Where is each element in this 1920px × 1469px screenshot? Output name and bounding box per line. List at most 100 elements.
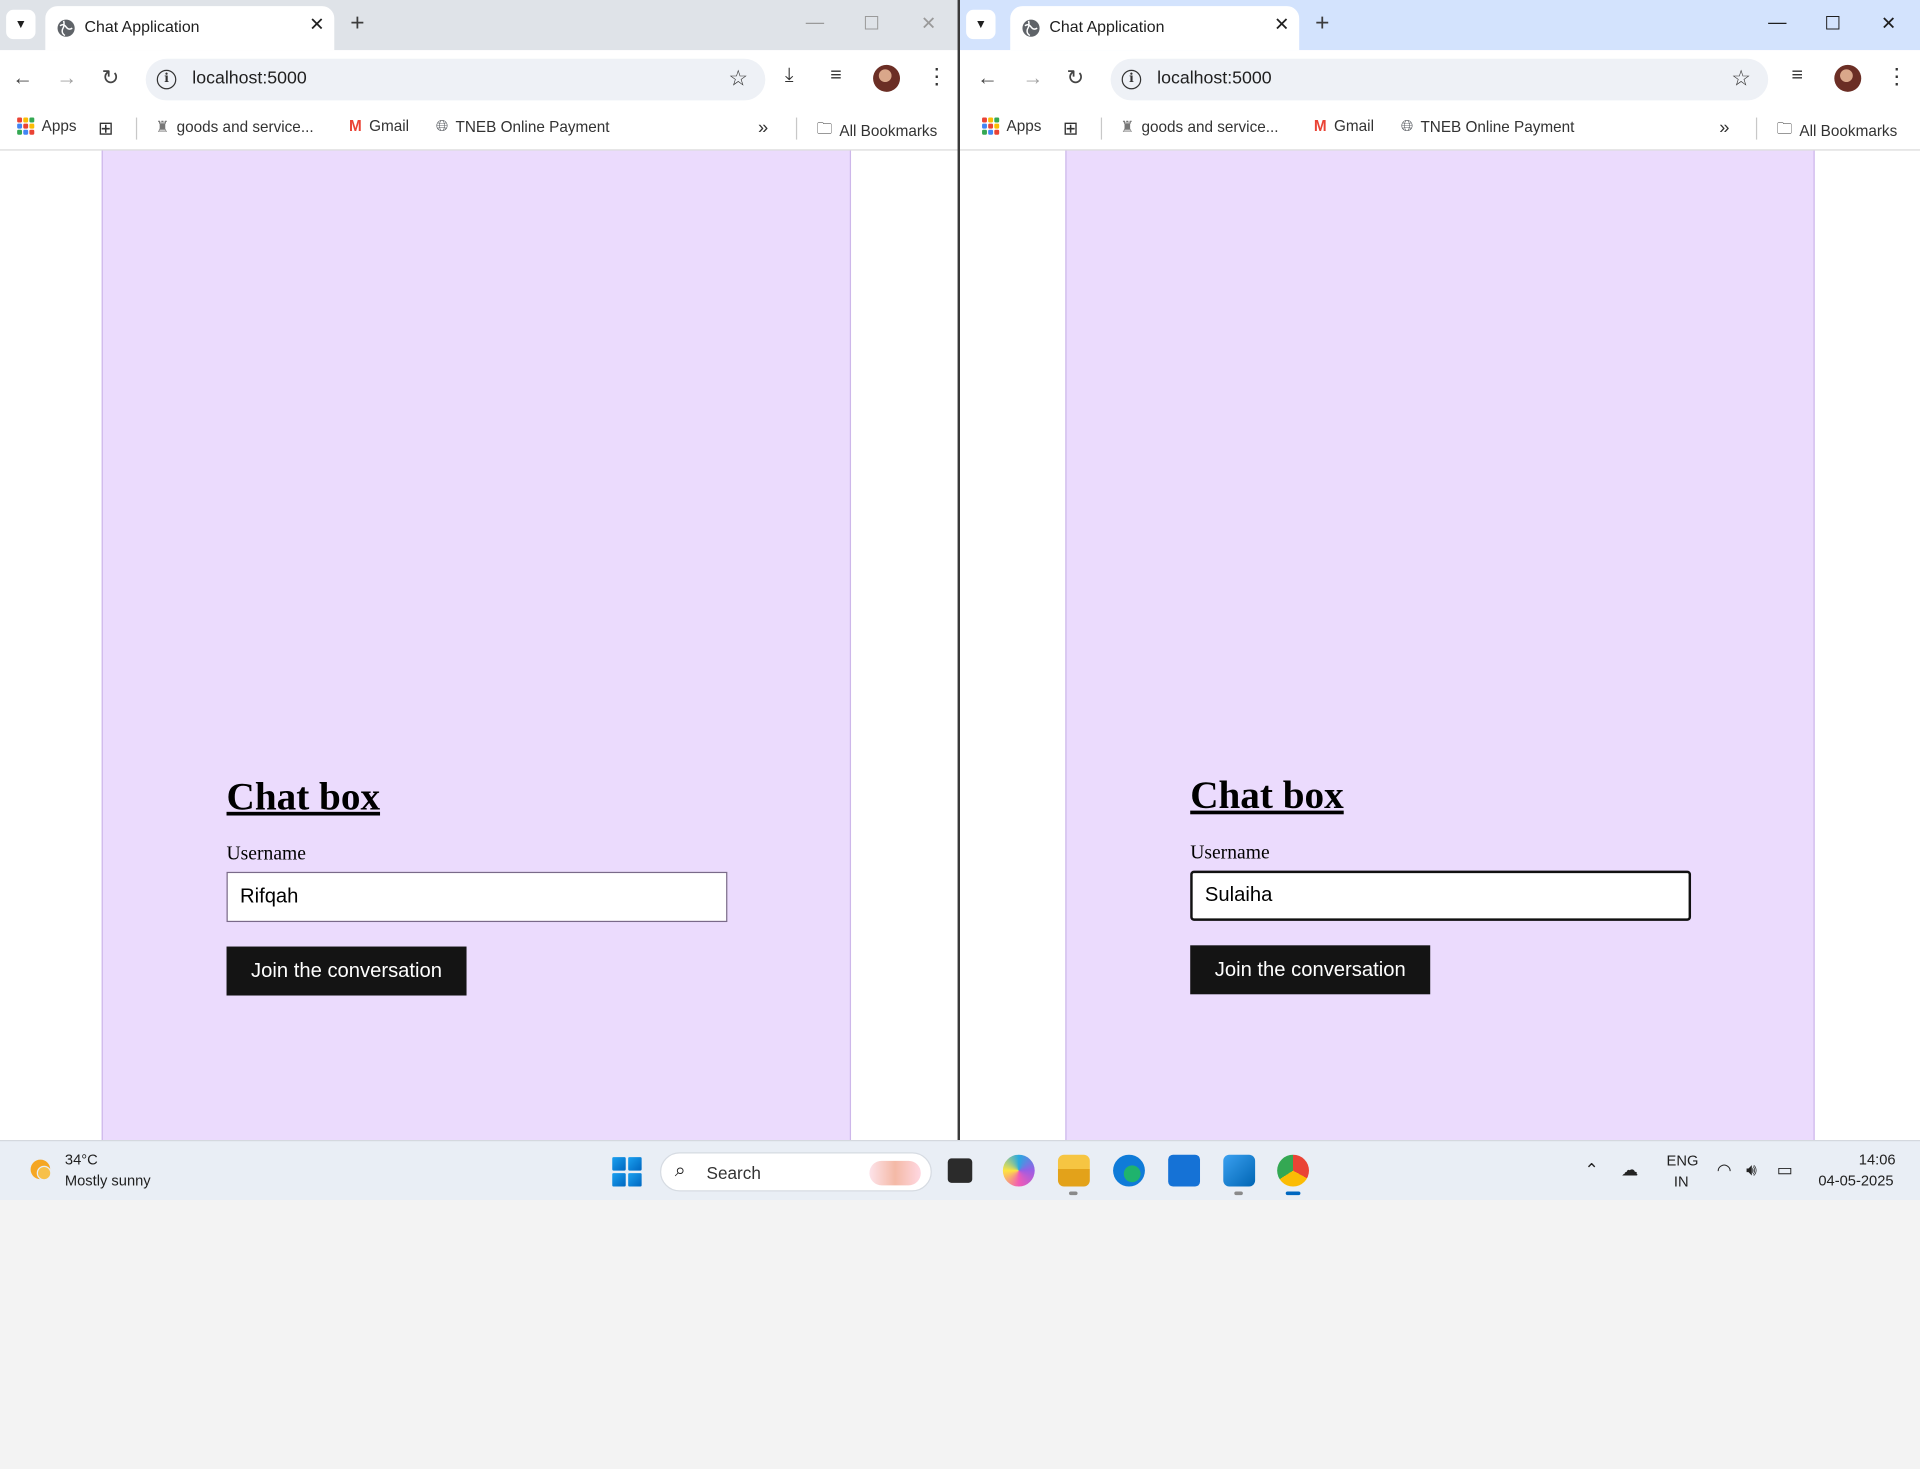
volume-icon[interactable]: 🔊︎ bbox=[1746, 1160, 1757, 1181]
bookmark-tneb-label: TNEB Online Payment bbox=[1420, 118, 1575, 136]
back-icon[interactable]: ← bbox=[12, 66, 33, 90]
username-input[interactable] bbox=[1190, 870, 1692, 921]
tab-strip: ▼ Chat Application ✕ + — ☐ ✕ bbox=[960, 0, 1920, 51]
start-windows-icon[interactable] bbox=[612, 1157, 642, 1187]
close-tab-icon[interactable]: ✕ bbox=[1274, 13, 1289, 36]
close-window-icon[interactable]: ✕ bbox=[921, 12, 936, 34]
reload-icon[interactable]: ↻ bbox=[1067, 66, 1084, 90]
profile-avatar[interactable] bbox=[1834, 64, 1862, 92]
bookmark-all[interactable]: 🗀︎ All Bookmarks bbox=[817, 118, 937, 144]
site-info-icon[interactable]: i bbox=[1121, 69, 1142, 90]
tab-search-icon[interactable]: ▼ bbox=[966, 9, 996, 40]
globe-icon: 🌐︎ bbox=[1400, 117, 1414, 135]
vscode-icon[interactable] bbox=[1223, 1154, 1256, 1196]
emblem-icon: ♜ bbox=[1120, 118, 1135, 136]
bookmark-gmail[interactable]: M Gmail bbox=[1314, 118, 1374, 135]
globe-icon bbox=[1022, 19, 1040, 37]
weather-description: Mostly sunny bbox=[64, 1171, 151, 1189]
language-region[interactable]: IN bbox=[1674, 1173, 1689, 1190]
bookmark-goods[interactable]: ♜ goods and service... bbox=[156, 118, 314, 136]
menu-icon[interactable]: ⋮ bbox=[1886, 64, 1908, 90]
edge-icon[interactable] bbox=[1113, 1154, 1145, 1187]
close-tab-icon[interactable]: ✕ bbox=[309, 13, 324, 36]
clock-date[interactable]: 04-05-2025 bbox=[1818, 1172, 1893, 1189]
forward-icon[interactable]: → bbox=[1022, 66, 1043, 90]
address-bar[interactable]: i localhost:5000 ☆ bbox=[1110, 58, 1769, 101]
bookmark-separator bbox=[795, 117, 798, 140]
menu-icon[interactable]: ⋮ bbox=[926, 64, 948, 90]
wifi-icon[interactable]: ◠ bbox=[1717, 1160, 1732, 1181]
bookmark-all-label: All Bookmarks bbox=[1799, 121, 1898, 139]
username-input[interactable] bbox=[226, 871, 728, 923]
bookmark-goods-label: goods and service... bbox=[176, 118, 314, 136]
globe-icon: 🌐︎ bbox=[435, 117, 449, 135]
join-conversation-button[interactable]: Join the conversation bbox=[1190, 945, 1431, 995]
tab-chat-application[interactable]: Chat Application ✕ bbox=[45, 6, 335, 51]
search-label: Search bbox=[706, 1163, 761, 1183]
bookmark-apps[interactable]: Apps bbox=[982, 117, 1042, 135]
maximize-icon[interactable]: ☐ bbox=[863, 12, 879, 34]
chat-panel: Chat box Username Join the conversation bbox=[101, 150, 852, 1141]
onedrive-cloud-icon[interactable]: ☁︎ bbox=[1621, 1160, 1638, 1181]
media-control-icon[interactable]: ≡ bbox=[1791, 65, 1802, 87]
tab-title: Chat Application bbox=[1049, 17, 1165, 36]
folder-icon: 🗀︎ bbox=[816, 120, 833, 138]
minimize-icon[interactable]: — bbox=[806, 12, 824, 33]
site-info-icon[interactable]: i bbox=[156, 69, 177, 90]
page-viewport: Chat box Username Join the conversation bbox=[960, 150, 1920, 1141]
file-explorer-icon[interactable] bbox=[1057, 1154, 1090, 1196]
tab-title: Chat Application bbox=[84, 17, 200, 36]
bookmark-apps[interactable]: Apps bbox=[17, 117, 77, 135]
back-icon[interactable]: ← bbox=[977, 66, 998, 90]
forward-icon[interactable]: → bbox=[56, 66, 77, 90]
media-control-icon[interactable]: ≡ bbox=[830, 65, 841, 87]
tab-search-icon[interactable]: ▼ bbox=[6, 9, 36, 40]
username-label: Username bbox=[226, 843, 306, 865]
browser-toolbar: ← → ↻ i localhost:5000 ☆ ⤓ ≡ ⋮ bbox=[0, 50, 959, 107]
show-hidden-icons[interactable]: ⌃ bbox=[1585, 1160, 1599, 1181]
bookmark-apps-label: Apps bbox=[1006, 117, 1042, 135]
join-conversation-button[interactable]: Join the conversation bbox=[226, 946, 467, 996]
apps-grid-icon bbox=[982, 117, 1000, 135]
microsoft-store-icon[interactable] bbox=[1168, 1154, 1201, 1187]
weather-sunny-icon[interactable] bbox=[27, 1156, 54, 1183]
copilot-icon[interactable] bbox=[1002, 1154, 1035, 1187]
maximize-icon[interactable]: ☐ bbox=[1825, 12, 1841, 34]
more-bookmarks-icon[interactable]: » bbox=[1719, 118, 1729, 139]
tab-chat-application[interactable]: Chat Application ✕ bbox=[1010, 6, 1300, 51]
url-text: localhost:5000 bbox=[1157, 68, 1272, 89]
profile-avatar[interactable] bbox=[873, 64, 901, 92]
chat-title: Chat box bbox=[226, 773, 381, 818]
battery-icon[interactable]: ▭ bbox=[1777, 1160, 1793, 1181]
taskbar-search[interactable]: ⌕ Search bbox=[660, 1152, 932, 1192]
download-icon[interactable]: ⤓ bbox=[785, 65, 794, 87]
bookmarks-bar: Apps ⊞ ♜ goods and service... M Gmail 🌐︎… bbox=[0, 106, 959, 151]
bookmark-goods[interactable]: ♜ goods and service... bbox=[1120, 118, 1278, 136]
bookmark-all-label: All Bookmarks bbox=[839, 121, 938, 139]
new-tab-icon[interactable]: + bbox=[350, 10, 364, 38]
bookmark-apps-label: Apps bbox=[41, 117, 77, 135]
bookmark-goods-label: goods and service... bbox=[1141, 118, 1279, 136]
reload-icon[interactable]: ↻ bbox=[102, 66, 119, 90]
weather-temperature: 34°C bbox=[64, 1151, 98, 1169]
more-bookmarks-icon[interactable]: » bbox=[758, 118, 768, 139]
close-window-icon[interactable]: ✕ bbox=[1881, 12, 1896, 34]
new-tab-icon[interactable]: + bbox=[1315, 10, 1329, 38]
task-view-icon[interactable] bbox=[947, 1158, 973, 1183]
search-highlight-icon bbox=[869, 1160, 921, 1186]
tab-groups-icon[interactable]: ⊞ bbox=[98, 118, 113, 140]
bookmark-tneb[interactable]: 🌐︎ TNEB Online Payment bbox=[436, 118, 610, 136]
chrome-icon[interactable] bbox=[1277, 1154, 1309, 1196]
language-code[interactable]: ENG bbox=[1667, 1152, 1699, 1169]
clock-time[interactable]: 14:06 bbox=[1859, 1151, 1896, 1168]
bookmark-gmail[interactable]: M Gmail bbox=[349, 118, 409, 135]
bookmark-all[interactable]: 🗀︎ All Bookmarks bbox=[1777, 118, 1897, 144]
address-bar[interactable]: i localhost:5000 ☆ bbox=[145, 58, 766, 101]
bookmark-gmail-label: Gmail bbox=[1333, 117, 1374, 135]
minimize-icon[interactable]: — bbox=[1768, 12, 1786, 33]
tab-groups-icon[interactable]: ⊞ bbox=[1063, 118, 1078, 140]
bookmark-star-icon[interactable]: ☆ bbox=[728, 66, 748, 92]
gmail-icon: M bbox=[1313, 117, 1327, 135]
bookmark-tneb[interactable]: 🌐︎ TNEB Online Payment bbox=[1401, 118, 1575, 136]
bookmark-star-icon[interactable]: ☆ bbox=[1731, 66, 1751, 92]
